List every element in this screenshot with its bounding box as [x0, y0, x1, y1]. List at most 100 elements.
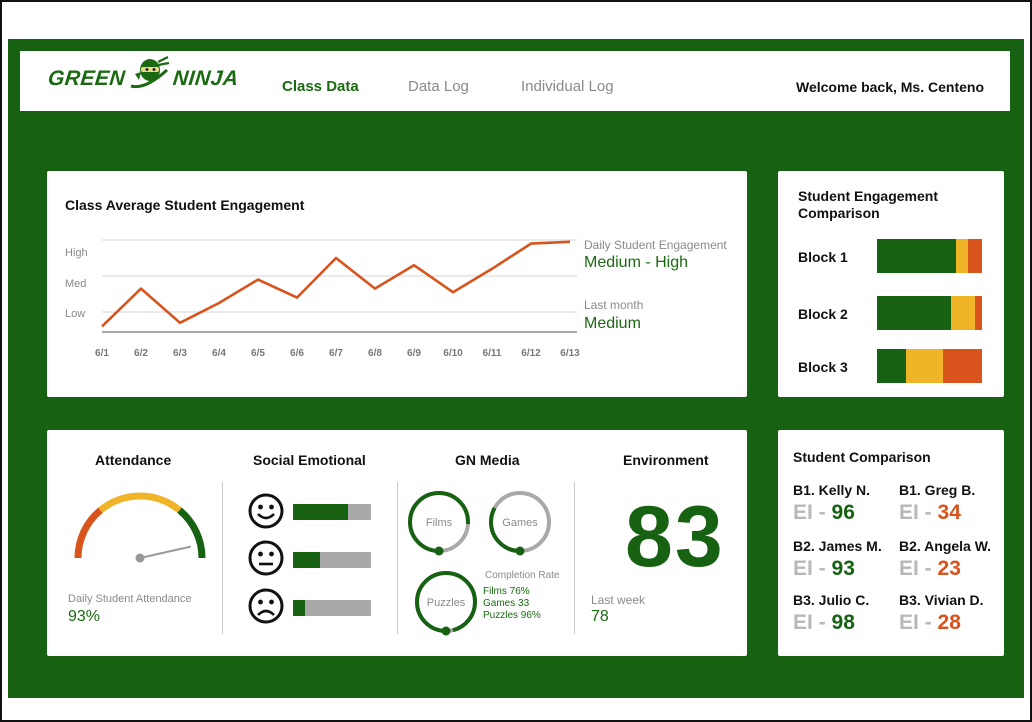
engagement-series-line: [101, 240, 571, 328]
gn-media-title: GN Media: [455, 452, 520, 468]
student-comparison-card: Student Comparison B1. Kelly N. EI - 96 B1…: [778, 430, 1004, 656]
bar-segment-low: [968, 239, 982, 273]
bar-segment-low: [974, 296, 982, 330]
gauge-low-arc: [74, 507, 103, 559]
x-tick-label: 6/11: [483, 348, 502, 359]
ei-value: 34: [937, 501, 961, 524]
bar-segment-high: [877, 349, 907, 383]
block-stacked-bar: [877, 349, 982, 383]
engagement-comparison-card: Student Engagement Comparison Block 1 Bl…: [778, 171, 1004, 397]
top-navigation-bar: GREEN NINJA Class Data Data Log Individu…: [20, 51, 1010, 111]
neutral-bar: [293, 552, 371, 568]
neutral-face-icon: [248, 540, 284, 576]
ei-label: EI: [793, 557, 813, 580]
ring-label: Puzzles: [427, 597, 466, 609]
ei-label: EI: [793, 611, 813, 634]
attendance-title: Attendance: [95, 452, 172, 468]
x-tick-label: 6/10: [443, 348, 463, 359]
completion-games: Games 33: [483, 598, 530, 609]
ei-value: 96: [831, 501, 855, 524]
student-ei-score: EI - 93: [793, 557, 903, 581]
student-comparison-title: Student Comparison: [793, 449, 931, 465]
x-tick-label: 6/4: [212, 348, 226, 359]
sad-bar-fill: [293, 600, 305, 616]
ring-handle: [515, 546, 525, 556]
completion-puzzles: Puzzles 96%: [483, 610, 541, 621]
block-label: Block 3: [798, 359, 848, 375]
sad-bar: [293, 600, 371, 616]
student-name: B3. Julio C.: [793, 592, 870, 608]
student-entry[interactable]: B3. Julio C. EI - 98: [793, 592, 903, 635]
daily-engagement-label: Daily Student Engagement: [584, 238, 727, 252]
ei-label: EI: [899, 611, 919, 634]
student-ei-score: EI - 98: [793, 611, 903, 635]
metrics-divider: [397, 482, 398, 634]
gauge-needle: [139, 545, 191, 559]
completion-films: Films 76%: [483, 586, 530, 597]
ei-separator: -: [812, 557, 832, 580]
class-engagement-card: Class Average Student Engagement Low Med H…: [47, 171, 747, 397]
nav-class-data[interactable]: Class Data: [282, 78, 359, 95]
ei-value: 93: [831, 557, 855, 580]
ei-label: EI: [899, 557, 919, 580]
student-name: B2. James M.: [793, 538, 882, 554]
ring-label: Games: [502, 517, 538, 529]
y-tick-label: Med: [65, 278, 86, 290]
ei-separator: -: [812, 501, 832, 524]
x-tick-label: 6/5: [251, 348, 265, 359]
x-tick-label: 6/13: [560, 348, 580, 359]
student-entry[interactable]: B3. Vivian D. EI - 28: [899, 592, 1009, 635]
ei-separator: -: [918, 501, 938, 524]
student-entry[interactable]: B1. Greg B. EI - 34: [899, 482, 1009, 525]
x-tick-label: 6/7: [329, 348, 343, 359]
block-row-2[interactable]: Block 2: [798, 296, 984, 332]
bar-segment-high: [877, 296, 951, 330]
ei-value: 98: [831, 611, 855, 634]
block-row-3[interactable]: Block 3: [798, 349, 984, 385]
x-tick-label: 6/12: [521, 348, 541, 359]
nav-data-log[interactable]: Data Log: [408, 78, 469, 95]
attendance-value: 93%: [68, 608, 101, 625]
x-tick-label: 6/3: [173, 348, 187, 359]
sad-face-icon: [248, 588, 284, 624]
class-metrics-card: Attendance Daily Student Attendance 93% …: [47, 430, 747, 656]
social-emotional-title: Social Emotional: [253, 452, 366, 468]
green-ninja-logo[interactable]: GREEN NINJA: [46, 56, 240, 91]
ring-label: Films: [426, 517, 453, 529]
happy-bar: [293, 504, 371, 520]
metrics-divider: [222, 482, 223, 634]
block-stacked-bar: [877, 239, 982, 273]
last-month-label: Last month: [584, 298, 644, 312]
logo-text-green: GREEN: [46, 67, 127, 90]
y-tick-label: High: [65, 247, 88, 259]
ei-value: 23: [937, 557, 961, 580]
ei-separator: -: [918, 557, 938, 580]
block-label: Block 2: [798, 306, 848, 322]
dashboard: GREEN NINJA Class Data Data Log Individu…: [8, 39, 1024, 698]
last-week-value: 78: [591, 608, 609, 625]
student-entry[interactable]: B2. James M. EI - 93: [793, 538, 903, 581]
bar-segment-low: [943, 349, 982, 383]
student-ei-score: EI - 28: [899, 611, 1009, 635]
student-entry[interactable]: B2. Angela W. EI - 23: [899, 538, 1009, 581]
gauge-mid-arc: [98, 492, 182, 513]
bar-segment-mid: [906, 349, 944, 383]
bar-segment-high: [877, 239, 956, 273]
block-row-1[interactable]: Block 1: [798, 239, 984, 275]
x-tick-label: 6/2: [134, 348, 148, 359]
happy-bar-fill: [293, 504, 348, 520]
environment-score: 83: [625, 489, 725, 585]
nav-individual-log[interactable]: Individual Log: [521, 78, 614, 95]
bar-segment-mid: [950, 296, 975, 330]
student-name: B1. Kelly N.: [793, 482, 871, 498]
block-label: Block 1: [798, 249, 848, 265]
student-name: B1. Greg B.: [899, 482, 976, 498]
ring-handle: [434, 546, 444, 556]
attendance-gauge: [74, 492, 206, 563]
daily-engagement-value: Medium - High: [584, 254, 689, 271]
ei-separator: -: [918, 611, 938, 634]
student-entry[interactable]: B1. Kelly N. EI - 96: [793, 482, 903, 525]
student-name: B3. Vivian D.: [899, 592, 984, 608]
ei-label: EI: [899, 501, 919, 524]
x-tick-label: 6/1: [95, 348, 109, 359]
